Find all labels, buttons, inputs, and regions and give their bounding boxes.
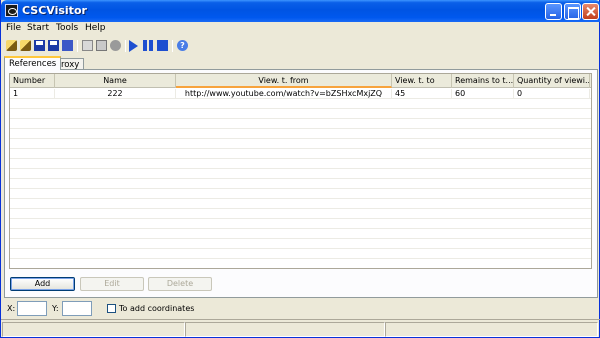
app-window: CSCVisitor File Start Tools Help ? Refer… (0, 0, 600, 338)
empty-row (10, 219, 591, 229)
menu-start[interactable]: Start (27, 23, 49, 33)
stop-icon[interactable] (157, 40, 168, 51)
empty-row (10, 129, 591, 139)
column-header-name[interactable]: Name (55, 74, 176, 88)
column-header-view-from[interactable]: View. t. from (176, 74, 392, 88)
x-label: X: (7, 304, 16, 313)
toolbar-separator (172, 40, 173, 52)
cell-view-to: 45 (392, 89, 452, 99)
window-title: CSCVisitor (22, 4, 87, 17)
open-icon[interactable] (6, 40, 17, 51)
empty-row (10, 179, 591, 189)
add-coordinates-label[interactable]: To add coordinates (119, 304, 194, 313)
save-as-icon[interactable] (62, 40, 73, 51)
help-icon[interactable]: ? (177, 40, 188, 51)
menu-help[interactable]: Help (85, 23, 106, 33)
column-header-view-to[interactable]: View. t. to (392, 74, 452, 88)
new-document-icon[interactable] (82, 40, 93, 51)
empty-row (10, 189, 591, 199)
empty-row (10, 229, 591, 239)
add-button[interactable]: Add (10, 277, 75, 291)
delete-button[interactable]: Delete (148, 277, 212, 291)
column-header-number[interactable]: Number (10, 74, 55, 88)
title-bar[interactable]: CSCVisitor (1, 0, 600, 22)
empty-row (10, 99, 591, 109)
y-coordinate-input[interactable] (62, 301, 92, 316)
empty-row (10, 109, 591, 119)
menu-bar: File Start Tools Help (1, 22, 600, 37)
x-coordinate-input[interactable] (17, 301, 47, 316)
add-coordinates-checkbox[interactable] (107, 304, 116, 313)
empty-row (10, 169, 591, 179)
references-panel: Number Name View. t. from View. t. to Re… (4, 69, 598, 298)
empty-row (10, 159, 591, 169)
coordinates-bar: X: Y: To add coordinates (1, 299, 600, 319)
cell-view-from: http://www.youtube.com/watch?v=bZSHxcMxj… (176, 89, 392, 99)
y-label: Y: (52, 304, 59, 313)
app-icon (5, 4, 18, 17)
status-bar (1, 319, 600, 338)
grid-header: Number Name View. t. from View. t. to Re… (10, 74, 591, 88)
empty-row (10, 249, 591, 259)
empty-row (10, 199, 591, 209)
column-header-quantity[interactable]: Quantity of viewi... (514, 74, 590, 88)
empty-row (10, 149, 591, 159)
empty-row (10, 239, 591, 249)
cell-quantity: 0 (514, 89, 590, 99)
menu-tools[interactable]: Tools (56, 23, 78, 33)
column-header-remains[interactable]: Remains to t... (452, 74, 514, 88)
toolbar: ? (1, 37, 600, 55)
status-panel (385, 322, 598, 337)
empty-row (10, 119, 591, 129)
cell-number: 1 (10, 89, 55, 99)
empty-row (10, 209, 591, 219)
minimize-button[interactable] (545, 3, 562, 20)
save-all-icon[interactable] (48, 40, 59, 51)
import-icon[interactable] (20, 40, 31, 51)
settings-icon[interactable] (110, 40, 121, 51)
copy-icon[interactable] (96, 40, 107, 51)
empty-row (10, 139, 591, 149)
tab-strip: References Proxy (1, 56, 600, 70)
toolbar-separator (125, 40, 126, 52)
cell-name: 222 (55, 89, 176, 99)
toolbar-separator (77, 40, 78, 52)
tab-references[interactable]: References (4, 56, 62, 70)
close-button[interactable] (582, 3, 599, 20)
play-icon[interactable] (129, 40, 138, 52)
references-grid[interactable]: Number Name View. t. from View. t. to Re… (9, 73, 592, 269)
cell-remains: 60 (452, 89, 514, 99)
status-panel (185, 322, 385, 337)
menu-file[interactable]: File (6, 23, 21, 33)
pause-icon[interactable] (143, 40, 154, 51)
maximize-button[interactable] (564, 3, 581, 20)
status-panel (2, 322, 185, 337)
table-row[interactable]: 1 222 http://www.youtube.com/watch?v=bZS… (10, 89, 591, 99)
empty-row (10, 259, 591, 268)
edit-button[interactable]: Edit (80, 277, 144, 291)
save-icon[interactable] (34, 40, 45, 51)
grid-body: 1 222 http://www.youtube.com/watch?v=bZS… (10, 88, 591, 268)
